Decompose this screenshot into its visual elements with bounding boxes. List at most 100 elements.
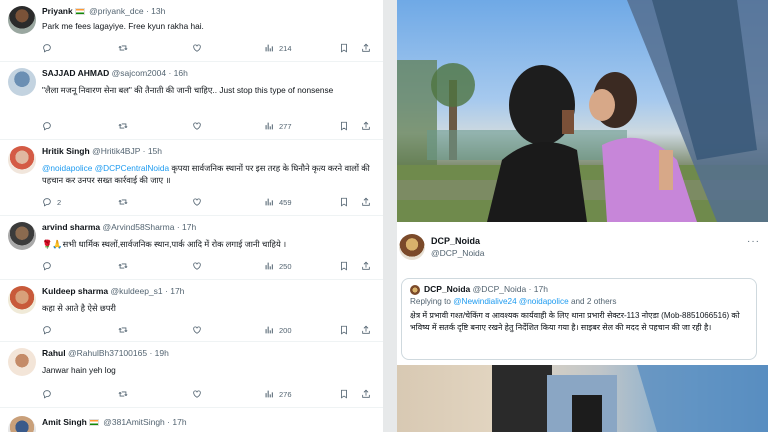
like-button[interactable] (192, 120, 207, 132)
mention-link[interactable]: @noidapolice @DCPCentralNoida (42, 163, 169, 173)
quoted-tweet-card[interactable]: DCP_Noida @DCP_Noida · 17h Replying to @… (401, 278, 757, 360)
like-button[interactable] (192, 42, 207, 54)
author-name[interactable]: Kuldeep sharma (42, 286, 108, 296)
avatar[interactable] (8, 416, 36, 432)
retweet-button[interactable] (118, 196, 133, 208)
reply-tweet[interactable]: Hritik Singh @Hritik4BJP · 15h @noidapol… (0, 140, 383, 216)
reply-tweet[interactable]: arvind sharma @Arvind58Sharma · 17h 🌹🙏सभ… (0, 216, 383, 280)
reply-button[interactable] (42, 42, 57, 54)
bookmark-button[interactable] (339, 324, 349, 336)
author-handle[interactable]: @RahulBh37100165 (68, 348, 147, 358)
post-time[interactable]: 19h (155, 348, 169, 358)
retweet-button[interactable] (118, 120, 133, 132)
author-handle[interactable]: @DCP_Noida (431, 248, 485, 258)
author-name[interactable]: DCP_Noida (431, 236, 480, 246)
bookmark-button[interactable] (339, 196, 349, 208)
post-time[interactable]: 17h (182, 222, 196, 232)
reply-tweet[interactable]: Kuldeep sharma @kuldeep_s1 · 17h कहा से … (0, 280, 383, 342)
author-handle[interactable]: @sajcom2004 (112, 68, 166, 78)
author-name[interactable]: Rahul (42, 348, 66, 358)
replies-panel: Priyank @priyank_dce · 13h Park me fees … (0, 0, 383, 432)
bookmark-button[interactable] (339, 42, 349, 54)
bookmark-button[interactable] (339, 120, 349, 132)
mention-link[interactable]: @Newindialive24 @noidapolice (453, 297, 568, 306)
share-icon (362, 389, 370, 398)
author-name[interactable]: Hritik Singh (42, 146, 90, 156)
post-time[interactable]: 15h (148, 146, 162, 156)
like-button[interactable] (192, 196, 207, 208)
reply-icon (43, 122, 51, 131)
post-time[interactable]: 17h (534, 284, 548, 294)
author-name[interactable]: SAJJAD AHMAD (42, 68, 109, 78)
reply-button[interactable] (42, 120, 57, 132)
reply-text: Park me fees lagayiye. Free kyun rakha h… (42, 21, 204, 31)
video-still-image[interactable] (397, 365, 768, 432)
author-handle[interactable]: @Hritik4BJP (92, 146, 140, 156)
share-button[interactable] (361, 260, 371, 272)
post-time[interactable]: 17h (170, 286, 184, 296)
author-name[interactable]: arvind sharma (42, 222, 100, 232)
reply-button[interactable] (42, 260, 57, 272)
author-handle[interactable]: @DCP_Noida (473, 284, 527, 294)
reply-button[interactable] (42, 388, 57, 400)
author-handle[interactable]: @kuldeep_s1 (111, 286, 163, 296)
like-button[interactable] (192, 324, 207, 336)
share-button[interactable] (361, 324, 371, 336)
like-icon (193, 326, 201, 334)
bookmark-icon (341, 261, 347, 271)
reply-text: 🌹🙏सभी धार्मिक स्थलों,सार्वजनिक स्थान,पार… (42, 239, 287, 249)
avatar[interactable] (399, 234, 425, 260)
avatar[interactable] (8, 348, 36, 376)
reply-button[interactable]: 2 (42, 196, 61, 208)
original-post-panel: DCP_Noida @DCP_Noida ··· DCP_Noida @DCP_… (397, 0, 768, 432)
bookmark-icon (341, 389, 347, 399)
post-author-header: DCP_Noida @DCP_Noida ··· (397, 226, 768, 268)
video-still-image[interactable] (397, 0, 768, 222)
reply-tweet[interactable]: Amit Singh @381AmitSingh · 17h (0, 408, 383, 432)
author-handle[interactable]: @priyank_dce (89, 6, 143, 16)
views-button[interactable]: 277 (264, 120, 292, 132)
share-button[interactable] (361, 42, 371, 54)
author-name[interactable]: DCP_Noida (424, 284, 470, 294)
views-button[interactable]: 459 (264, 196, 292, 208)
post-time[interactable]: 16h (174, 68, 188, 78)
share-icon (362, 43, 370, 52)
views-button[interactable]: 214 (264, 42, 292, 54)
post-time[interactable]: 13h (151, 6, 165, 16)
like-button[interactable] (192, 388, 207, 400)
avatar[interactable] (8, 68, 36, 96)
share-button[interactable] (361, 388, 371, 400)
reply-tweet[interactable]: SAJJAD AHMAD @sajcom2004 · 16h "लैला मजन… (0, 62, 383, 140)
avatar[interactable] (410, 285, 420, 295)
share-button[interactable] (361, 120, 371, 132)
views-button[interactable]: 276 (264, 388, 292, 400)
like-button[interactable] (192, 260, 207, 272)
retweet-button[interactable] (118, 324, 133, 336)
india-flag-icon (74, 8, 85, 15)
bookmark-button[interactable] (339, 260, 349, 272)
author-handle[interactable]: @Arvind58Sharma (103, 222, 175, 232)
more-icon[interactable]: ··· (747, 236, 760, 247)
retweet-button[interactable] (118, 260, 133, 272)
reply-tweet[interactable]: Priyank @priyank_dce · 13h Park me fees … (0, 0, 383, 62)
reply-button[interactable] (42, 324, 57, 336)
author-handle[interactable]: @381AmitSingh (103, 417, 165, 427)
avatar[interactable] (8, 286, 36, 314)
avatar[interactable] (8, 6, 36, 34)
avatar[interactable] (8, 146, 36, 174)
retweet-button[interactable] (118, 42, 133, 54)
reply-icon (43, 326, 51, 335)
bookmark-button[interactable] (339, 388, 349, 400)
post-time[interactable]: 17h (172, 417, 186, 427)
views-icon (265, 44, 273, 52)
avatar[interactable] (8, 222, 36, 250)
share-icon (362, 197, 370, 206)
reply-tweet[interactable]: Rahul @RahulBh37100165 · 19h Janwar hain… (0, 342, 383, 408)
retweet-icon (118, 327, 128, 333)
share-button[interactable] (361, 196, 371, 208)
retweet-button[interactable] (118, 388, 133, 400)
views-button[interactable]: 200 (264, 324, 292, 336)
author-name[interactable]: Priyank (42, 6, 73, 16)
author-name[interactable]: Amit Singh (42, 417, 87, 427)
views-button[interactable]: 250 (264, 260, 292, 272)
